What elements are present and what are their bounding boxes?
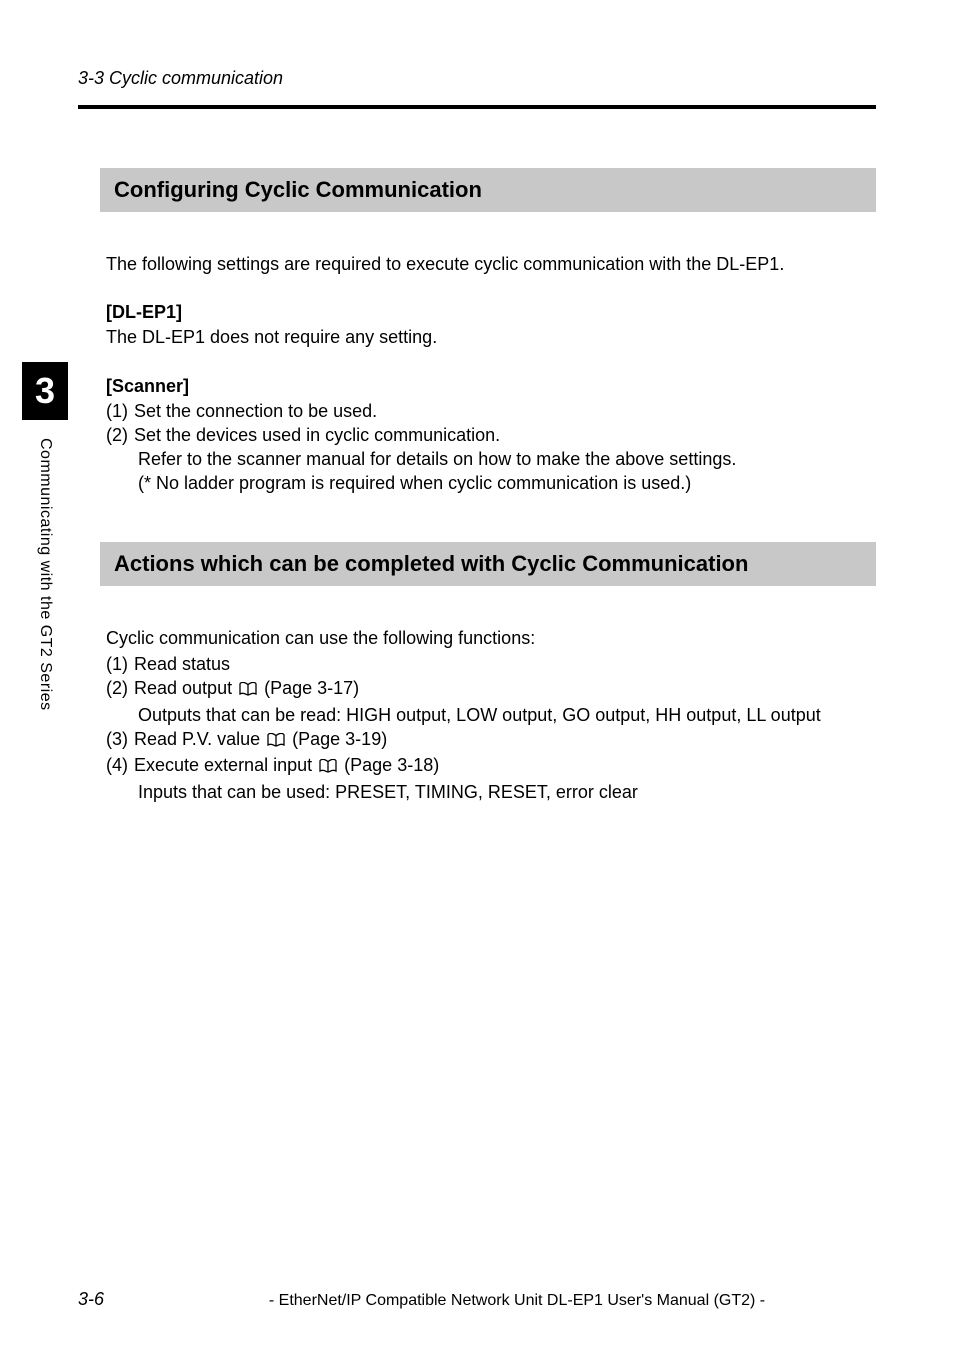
list-text: Read output (Page 3-17) [134,676,359,702]
book-icon [319,755,337,779]
actions-intro: Cyclic communication can use the followi… [106,626,876,650]
scanner-note-1: Refer to the scanner manual for details … [138,447,876,471]
list-number: (3) [106,727,128,753]
book-icon [239,678,257,702]
list-item: (2) Set the devices used in cyclic commu… [106,423,876,447]
list-number: (4) [106,753,128,779]
book-icon [267,729,285,753]
scanner-note-2: (* No ladder program is required when cy… [138,471,876,495]
header-rule [78,105,876,109]
list-number: (2) [106,676,128,702]
list-number: (1) [106,399,128,423]
section-label: 3-3 Cyclic communication [78,68,876,99]
dl-ep1-heading: [DL-EP1] [106,302,876,323]
list-text: Read P.V. value (Page 3-19) [134,727,387,753]
page-ref: (Page 3-19) [292,729,387,749]
section-heading-actions: Actions which can be completed with Cycl… [100,542,876,586]
dl-ep1-text: The DL-EP1 does not require any setting. [106,325,876,349]
item2-detail: Outputs that can be read: HIGH output, L… [138,703,876,727]
list-text: Set the devices used in cyclic communica… [134,423,500,447]
list-item: (2) Read output (Page 3-17) [106,676,876,702]
main-content: Configuring Cyclic Communication The fol… [100,168,876,804]
page-number: 3-6 [78,1289,158,1310]
list-text: Read status [134,652,230,676]
actions-list: (1) Read status (2) Read output (Page 3-… [106,652,876,804]
item-prefix: Read P.V. value [134,729,260,749]
item-prefix: Read output [134,678,232,698]
list-item: (3) Read P.V. value (Page 3-19) [106,727,876,753]
page-ref: (Page 3-17) [264,678,359,698]
chapter-title-vertical: Communicating with the GT2 Series [36,438,54,711]
list-text: Execute external input (Page 3-18) [134,753,439,779]
list-item: (1) Read status [106,652,876,676]
page-ref: (Page 3-18) [344,755,439,775]
footer-title: - EtherNet/IP Compatible Network Unit DL… [158,1292,876,1310]
list-item: (1) Set the connection to be used. [106,399,876,423]
list-number: (2) [106,423,128,447]
section-heading-configuring: Configuring Cyclic Communication [100,168,876,212]
list-item: (4) Execute external input (Page 3-18) [106,753,876,779]
page-footer: 3-6 - EtherNet/IP Compatible Network Uni… [78,1289,876,1310]
list-text: Set the connection to be used. [134,399,377,423]
side-tab: 3 Communicating with the GT2 Series [22,362,68,711]
scanner-heading: [Scanner] [106,376,876,397]
item-prefix: Execute external input [134,755,312,775]
chapter-number-badge: 3 [22,362,68,420]
intro-paragraph: The following settings are required to e… [106,252,876,276]
item4-detail: Inputs that can be used: PRESET, TIMING,… [138,780,876,804]
page-header: 3-3 Cyclic communication [78,68,876,109]
list-number: (1) [106,652,128,676]
scanner-list: (1) Set the connection to be used. (2) S… [106,399,876,496]
